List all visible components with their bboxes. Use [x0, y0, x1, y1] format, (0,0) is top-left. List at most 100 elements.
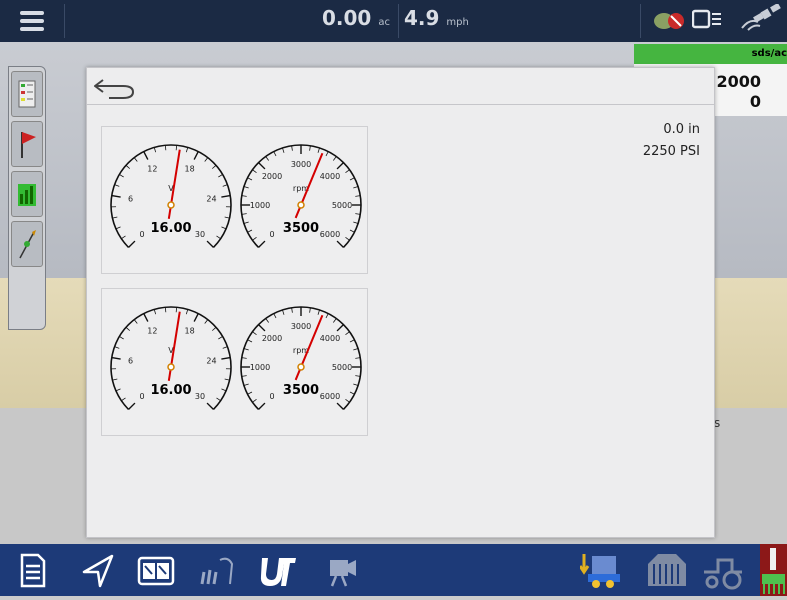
tick-label: 0	[269, 392, 274, 401]
tick-label: 6	[128, 357, 133, 366]
minor-tick	[225, 217, 230, 218]
minor-tick	[216, 398, 220, 401]
major-tick	[129, 241, 135, 247]
minor-tick	[266, 318, 269, 322]
major-tick	[221, 196, 230, 197]
minor-tick	[350, 340, 354, 342]
rpm-needle-hub	[298, 364, 304, 370]
minor-tick	[116, 227, 121, 229]
minor-tick	[126, 327, 130, 330]
tab-layers[interactable]	[11, 71, 43, 117]
major-tick	[129, 403, 135, 409]
guidance-line-icon	[12, 222, 42, 266]
minor-tick	[212, 327, 216, 330]
navigation-button[interactable]	[78, 550, 118, 590]
tab-yield[interactable]	[11, 171, 43, 217]
hamburger-menu-icon[interactable]	[6, 4, 58, 38]
tick-label: 0	[269, 230, 274, 239]
tick-label: 30	[195, 392, 205, 401]
bar-chart-icon	[12, 172, 42, 216]
bottom-toolbar	[0, 544, 787, 596]
minor-tick	[252, 170, 256, 173]
minor-tick	[242, 358, 247, 359]
connection-status-icon[interactable]	[652, 8, 686, 32]
tick-label: 6000	[320, 392, 340, 401]
rpm-value: 3500	[283, 221, 319, 236]
minor-tick	[345, 332, 349, 335]
tick-label: 18	[185, 164, 195, 173]
minor-tick	[353, 348, 358, 350]
split-view-button[interactable]	[136, 550, 176, 590]
major-tick	[207, 403, 213, 409]
minor-tick	[248, 230, 252, 232]
minor-tick	[242, 376, 247, 377]
tick-label: 5000	[332, 363, 352, 372]
minor-tick	[216, 236, 220, 239]
tractor-button[interactable]	[702, 550, 746, 590]
major-tick	[259, 403, 265, 409]
minor-tick	[115, 347, 120, 349]
minor-tick	[212, 165, 216, 168]
voltage-needle-hub	[168, 364, 174, 370]
minor-tick	[252, 237, 256, 240]
minor-tick	[292, 308, 293, 313]
universal-terminal-button[interactable]	[258, 550, 298, 590]
minor-tick	[310, 146, 311, 151]
report-button[interactable]	[12, 550, 52, 590]
major-tick	[221, 358, 230, 359]
tick-label: 2000	[262, 172, 282, 181]
minor-tick	[121, 236, 125, 239]
minor-tick	[223, 347, 228, 349]
minor-tick	[186, 147, 187, 152]
planting-button[interactable]	[196, 550, 236, 590]
tab-flags[interactable]	[11, 121, 43, 167]
tractor-icon	[702, 550, 746, 590]
minor-tick	[218, 174, 222, 177]
major-tick	[259, 163, 265, 169]
major-tick	[259, 325, 265, 331]
speed-readout: 4.9 mph	[404, 6, 469, 30]
minor-tick	[326, 152, 328, 156]
minor-tick	[248, 178, 252, 180]
minor-tick	[121, 398, 125, 401]
implement-button[interactable]	[580, 550, 624, 590]
rpm-value: 3500	[283, 383, 319, 398]
camera-button[interactable]	[322, 550, 362, 590]
implement-icon	[580, 550, 624, 590]
tick-label: 0	[139, 230, 144, 239]
minor-tick	[115, 185, 120, 187]
minor-tick	[318, 148, 320, 153]
minor-tick	[350, 392, 354, 394]
machine-status-icon	[760, 544, 787, 596]
tick-label: 2000	[262, 334, 282, 343]
minor-tick	[242, 196, 247, 197]
tab-guidance[interactable]	[11, 221, 43, 267]
major-tick	[259, 241, 265, 247]
minor-tick	[355, 214, 360, 215]
tick-label: 18	[185, 326, 195, 335]
minor-tick	[345, 170, 349, 173]
major-tick	[194, 152, 198, 160]
display-link-icon[interactable]	[692, 9, 722, 31]
tick-label: 30	[195, 230, 205, 239]
minor-tick	[205, 158, 208, 162]
back-button[interactable]	[91, 74, 139, 100]
minor-tick	[154, 147, 155, 152]
minor-tick	[112, 379, 117, 380]
dialog-header	[87, 68, 714, 105]
minor-tick	[244, 348, 249, 350]
machine-status-button[interactable]	[760, 544, 787, 596]
grain-bin-button[interactable]	[644, 550, 688, 590]
tick-label: 1000	[250, 201, 270, 210]
minor-tick	[353, 186, 358, 188]
minor-tick	[223, 185, 228, 187]
voltage-gauge: 0612182430V16.00	[106, 289, 236, 435]
depth-readout: 0.0 in	[663, 122, 700, 137]
minor-tick	[333, 156, 336, 160]
tick-label: 24	[206, 195, 216, 204]
tick-label: 6000	[320, 230, 340, 239]
gps-satellite-icon[interactable]	[740, 4, 782, 32]
tick-label: 12	[147, 164, 157, 173]
minor-tick	[292, 146, 293, 151]
minor-tick	[244, 222, 249, 224]
